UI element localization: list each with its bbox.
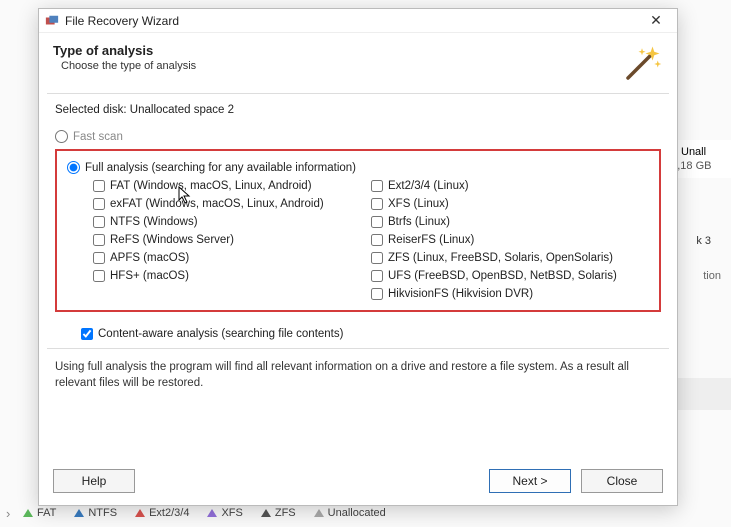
fs-input-ufs[interactable] <box>371 270 383 282</box>
fs-label-refs: ReFS (Windows Server) <box>110 234 234 246</box>
fast-scan-input[interactable] <box>55 130 68 143</box>
content-aware-input[interactable] <box>81 328 93 340</box>
fs-checkbox-apfs[interactable]: APFS (macOS) <box>93 252 371 264</box>
filesystem-grid: FAT (Windows, macOS, Linux, Android) exFA… <box>93 180 649 300</box>
bg-fragment-tion: tion <box>703 270 721 282</box>
fs-checkbox-btrfs[interactable]: Btrfs (Linux) <box>371 216 649 228</box>
fs-legend-bar: FAT NTFS Ext2/3/4 XFS ZFS Unallocated <box>15 505 731 521</box>
highlight-box: Full analysis (searching for any availab… <box>55 149 661 312</box>
wizard-footer: Help Next > Close <box>39 459 677 505</box>
content-divider <box>47 348 669 349</box>
fs-label-ufs: UFS (FreeBSD, OpenBSD, NetBSD, Solaris) <box>388 270 617 282</box>
content-aware-label: Content-aware analysis (searching file c… <box>98 328 343 340</box>
legend-unallocated: Unallocated <box>314 507 386 519</box>
wizard-dialog: File Recovery Wizard ✕ Type of analysis … <box>38 8 678 506</box>
window-title: File Recovery Wizard <box>65 14 641 28</box>
legend-fat: FAT <box>23 507 56 519</box>
page-subtitle: Choose the type of analysis <box>61 60 621 72</box>
fs-input-hikvision[interactable] <box>371 288 383 300</box>
fs-checkbox-ufs[interactable]: UFS (FreeBSD, OpenBSD, NetBSD, Solaris) <box>371 270 649 282</box>
fs-input-hfsplus[interactable] <box>93 270 105 282</box>
fs-checkbox-reiserfs[interactable]: ReiserFS (Linux) <box>371 234 649 246</box>
fs-label-ext: Ext2/3/4 (Linux) <box>388 180 469 192</box>
fs-label-xfs: XFS (Linux) <box>388 198 449 210</box>
fs-label-ntfs: NTFS (Windows) <box>110 216 198 228</box>
fs-input-zfs[interactable] <box>371 252 383 264</box>
fs-checkbox-fat[interactable]: FAT (Windows, macOS, Linux, Android) <box>93 180 371 192</box>
fs-checkbox-refs[interactable]: ReFS (Windows Server) <box>93 234 371 246</box>
fs-checkbox-zfs[interactable]: ZFS (Linux, FreeBSD, Solaris, OpenSolari… <box>371 252 649 264</box>
full-analysis-label: Full analysis (searching for any availab… <box>85 162 356 174</box>
full-analysis-input[interactable] <box>67 161 80 174</box>
fs-input-apfs[interactable] <box>93 252 105 264</box>
fs-label-exfat: exFAT (Windows, macOS, Linux, Android) <box>110 198 324 210</box>
close-dialog-button[interactable]: Close <box>581 469 663 493</box>
page-title: Type of analysis <box>53 43 621 58</box>
bg-unalloc-label: Unall <box>681 146 706 158</box>
fast-scan-radio[interactable]: Fast scan <box>55 130 661 143</box>
expand-caret-icon[interactable]: › <box>6 506 10 521</box>
fs-input-ext[interactable] <box>371 180 383 192</box>
fs-label-hikvision: HikvisionFS (Hikvision DVR) <box>388 288 533 300</box>
fs-checkbox-hikvision[interactable]: HikvisionFS (Hikvision DVR) <box>371 288 649 300</box>
fs-label-zfs: ZFS (Linux, FreeBSD, Solaris, OpenSolari… <box>388 252 613 264</box>
fs-input-exfat[interactable] <box>93 198 105 210</box>
fs-input-xfs[interactable] <box>371 198 383 210</box>
fs-label-btrfs: Btrfs (Linux) <box>388 216 450 228</box>
fs-input-fat[interactable] <box>93 180 105 192</box>
fs-column-right: Ext2/3/4 (Linux) XFS (Linux) Btrfs (Linux)… <box>371 180 649 300</box>
next-button[interactable]: Next > <box>489 469 571 493</box>
fs-label-apfs: APFS (macOS) <box>110 252 189 264</box>
fs-label-fat: FAT (Windows, macOS, Linux, Android) <box>110 180 312 192</box>
wizard-content: Selected disk: Unallocated space 2 Fast … <box>39 94 677 459</box>
fs-checkbox-xfs[interactable]: XFS (Linux) <box>371 198 649 210</box>
legend-zfs: ZFS <box>261 507 296 519</box>
fs-checkbox-exfat[interactable]: exFAT (Windows, macOS, Linux, Android) <box>93 198 371 210</box>
legend-ntfs: NTFS <box>74 507 117 519</box>
close-button[interactable]: ✕ <box>641 12 671 29</box>
fs-input-ntfs[interactable] <box>93 216 105 228</box>
fs-checkbox-ext[interactable]: Ext2/3/4 (Linux) <box>371 180 649 192</box>
content-aware-checkbox[interactable]: Content-aware analysis (searching file c… <box>81 328 661 340</box>
legend-ext: Ext2/3/4 <box>135 507 189 519</box>
info-text: Using full analysis the program will fin… <box>55 359 661 391</box>
full-analysis-radio[interactable]: Full analysis (searching for any availab… <box>67 161 649 174</box>
help-button[interactable]: Help <box>53 469 135 493</box>
fs-label-reiserfs: ReiserFS (Linux) <box>388 234 474 246</box>
wizard-header: Type of analysis Choose the type of anal… <box>39 33 677 93</box>
fs-column-left: FAT (Windows, macOS, Linux, Android) exFA… <box>93 180 371 300</box>
app-icon <box>45 14 59 28</box>
legend-xfs: XFS <box>207 507 242 519</box>
bg-fragment-k3: k 3 <box>696 235 711 247</box>
fast-scan-label: Fast scan <box>73 131 123 143</box>
titlebar: File Recovery Wizard ✕ <box>39 9 677 33</box>
fs-checkbox-ntfs[interactable]: NTFS (Windows) <box>93 216 371 228</box>
fs-label-hfsplus: HFS+ (macOS) <box>110 270 189 282</box>
wizard-wand-icon <box>621 43 663 85</box>
fs-input-btrfs[interactable] <box>371 216 383 228</box>
fs-input-refs[interactable] <box>93 234 105 246</box>
fs-input-reiserfs[interactable] <box>371 234 383 246</box>
selected-disk-label: Selected disk: Unallocated space 2 <box>55 104 661 116</box>
fs-checkbox-hfsplus[interactable]: HFS+ (macOS) <box>93 270 371 282</box>
